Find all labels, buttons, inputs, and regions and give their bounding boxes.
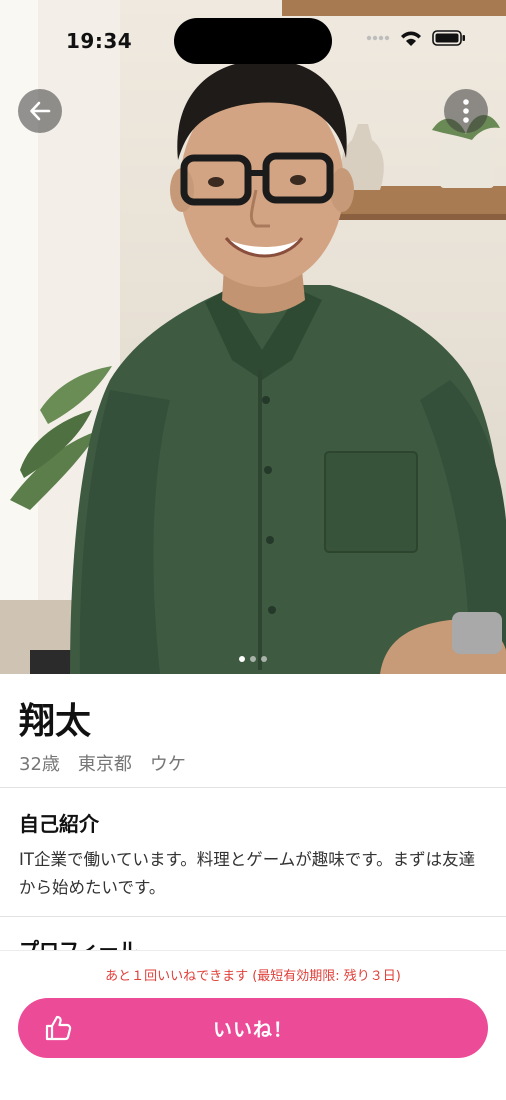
- wifi-icon: [401, 31, 421, 46]
- like-remaining-notice: あと１回いいねできます (最短有効期限: 残り３日): [105, 969, 401, 984]
- profile-age: 32歳: [19, 754, 60, 775]
- bio-text: IT企業で働いています。料理とゲームが趣味です。まずは友達から始めたいです。: [19, 850, 476, 897]
- status-bar: 19:34: [0, 0, 506, 80]
- back-button[interactable]: [18, 89, 62, 133]
- profile-photo[interactable]: [0, 0, 506, 674]
- arrow-left-icon: [30, 101, 51, 121]
- cellular-signal-icon: [366, 35, 390, 41]
- profile-meta: 32歳 東京都 ウケ: [19, 750, 186, 776]
- like-button-label: いいね！: [212, 1018, 293, 1041]
- status-icons: [366, 30, 466, 46]
- bio-section-title: 自己紹介: [19, 812, 99, 836]
- pager-dot[interactable]: [239, 656, 245, 662]
- profile-photo-illustration: [0, 0, 506, 674]
- pager-dot[interactable]: [250, 656, 256, 662]
- profile-name: 翔太: [19, 701, 92, 742]
- divider: [0, 916, 506, 917]
- more-vertical-icon: [463, 99, 469, 123]
- profile-role: ウケ: [149, 754, 186, 775]
- divider: [0, 787, 506, 788]
- battery-icon: [432, 30, 465, 46]
- thumbs-up-icon: [45, 1015, 72, 1041]
- dynamic-island: [174, 18, 332, 64]
- photo-pager[interactable]: [0, 656, 506, 662]
- more-options-button[interactable]: [444, 89, 488, 133]
- like-button[interactable]: いいね！: [18, 998, 488, 1058]
- profile-location: 東京都: [77, 754, 132, 775]
- pager-dot[interactable]: [261, 656, 267, 662]
- like-panel: あと１回いいねできます (最短有効期限: 残り３日) いいね！: [0, 950, 506, 1100]
- status-time: 19:34: [66, 29, 133, 53]
